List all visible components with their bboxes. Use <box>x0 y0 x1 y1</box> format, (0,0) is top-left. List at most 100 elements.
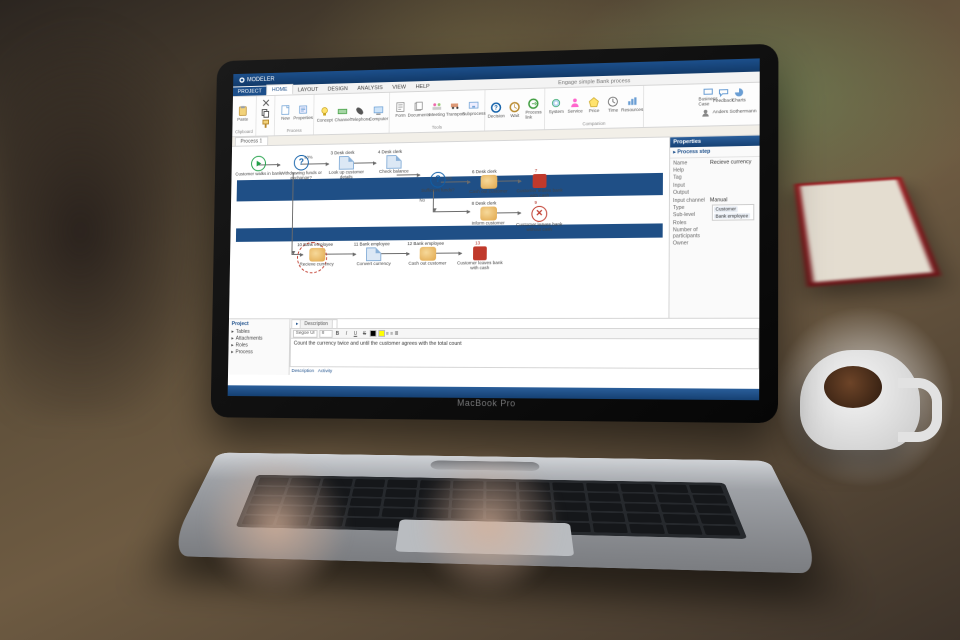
documents-button[interactable]: Documents <box>411 100 427 118</box>
node-decision-1[interactable]: ?Withdrawing funds or exchange? <box>278 155 325 182</box>
node-receive[interactable]: Recieve currency <box>293 248 340 268</box>
ribbon-group-tools: Form Documents Meeting Transport Subproc… <box>390 90 486 133</box>
ribbon-group-gateway: ?Decision Wait Process link <box>485 89 545 131</box>
user-display[interactable]: Anders Sothermann <box>701 107 756 117</box>
copy-button[interactable] <box>260 108 272 118</box>
tab-help[interactable]: HELP <box>411 82 435 91</box>
properties-panel: Properties ▸ Process step NameRecieve cu… <box>668 136 759 318</box>
cut-button[interactable] <box>260 98 272 108</box>
telephone-button[interactable]: Telephone <box>353 105 368 122</box>
doc-tab-1[interactable]: Process 1 <box>235 136 268 145</box>
rte-toolbar: Segoe UI 8 B I U S ≡ ≡ ≣ <box>290 328 759 339</box>
channel-button[interactable]: Channel <box>335 105 350 122</box>
highlight-color[interactable] <box>378 330 385 337</box>
price-button[interactable]: Price <box>586 96 602 114</box>
proj-attachments[interactable]: ▸ Attachments <box>231 335 286 342</box>
ribbon-group-process: New Properties Process <box>275 95 315 135</box>
role-4: 4 Desk clerk <box>378 149 402 154</box>
role-11: 11 Bank employee <box>354 241 390 246</box>
font-select[interactable]: Segoe UI <box>293 329 318 337</box>
strike-button[interactable]: S <box>361 330 369 336</box>
role-10: 10 Bank employee <box>297 242 333 247</box>
prop-roles[interactable]: CustomerBank employee <box>710 204 757 224</box>
node-convert[interactable]: Convert currency <box>350 247 398 267</box>
node-inform[interactable]: Inform customer <box>464 206 513 226</box>
time-button[interactable]: Time <box>605 95 621 113</box>
hands-blur <box>130 430 690 640</box>
ribbon-right: Business Case Feedback Charts Anders Sot… <box>698 83 760 126</box>
tab-design[interactable]: DESIGN <box>323 84 353 94</box>
prop-owner[interactable] <box>710 228 757 234</box>
brand-text: MODELER <box>247 76 275 83</box>
num-7: 7 <box>535 168 538 173</box>
brand-icon <box>239 77 246 84</box>
tab-project[interactable]: PROJECT <box>233 87 266 97</box>
desc-tab[interactable]: ▸ Description <box>291 319 337 328</box>
concept-button[interactable]: Concept <box>317 106 332 123</box>
node-cash-12[interactable]: Cash out customer <box>403 247 452 267</box>
role-8: 8 Desk clerk <box>472 201 497 206</box>
format-painter-button[interactable] <box>259 119 271 129</box>
paste-button[interactable]: Paste <box>235 105 250 122</box>
photo-scene: MODELER PROJECT HOME LAYOUT DESIGN ANALY… <box>0 0 960 640</box>
node-cash-6[interactable]: Cash out customer <box>464 174 513 195</box>
app-brand: MODELER <box>236 76 275 84</box>
node-end-13[interactable]: Customer leaves bank with cash <box>455 246 504 271</box>
align-left[interactable]: ≡ <box>386 330 389 336</box>
project-panel: Project ▸ Tables ▸ Attachments ▸ Roles ▸… <box>228 319 290 375</box>
num-13: 13 <box>475 240 480 245</box>
lane-2 <box>236 223 663 242</box>
underline-button[interactable]: U <box>352 330 360 336</box>
computer-button[interactable]: Computer <box>371 104 386 122</box>
proj-tables[interactable]: ▸ Tables <box>231 328 286 335</box>
tab-view[interactable]: VIEW <box>388 82 411 91</box>
node-lookup[interactable]: Look up customer details <box>323 156 371 181</box>
role-3: 3 Desk clerk <box>331 150 355 155</box>
node-check[interactable]: Check balance <box>370 155 418 175</box>
wait-button[interactable]: Wait <box>507 101 523 119</box>
node-decision-2[interactable]: ?Sufficient funds? <box>414 171 463 193</box>
tab-home[interactable]: HOME <box>266 84 293 95</box>
bullets[interactable]: ≣ <box>394 330 398 336</box>
laptop-brand: MacBook Pro <box>457 398 516 409</box>
feedback-button[interactable]: Feedback <box>717 88 730 104</box>
font-color[interactable] <box>370 330 377 337</box>
tab-layout[interactable]: LAYOUT <box>293 85 323 95</box>
process-link-button[interactable]: Process link <box>526 98 542 120</box>
meeting-button[interactable]: Meeting <box>429 100 445 118</box>
subprocess-button[interactable]: Subprocess <box>466 99 482 117</box>
proj-process[interactable]: ▸ Process <box>231 348 286 355</box>
charts-button[interactable]: Charts <box>732 87 745 103</box>
bold-button[interactable]: B <box>334 330 342 336</box>
align-center[interactable]: ≡ <box>390 330 393 336</box>
tab-analysis[interactable]: ANALYSIS <box>352 83 387 93</box>
project-title: Project <box>232 321 287 327</box>
new-button[interactable]: New <box>278 104 293 121</box>
bottom-tab-activity[interactable]: Activity <box>318 369 332 374</box>
user-icon <box>701 108 710 117</box>
italic-button[interactable]: I <box>343 330 351 336</box>
system-button[interactable]: System <box>548 97 564 115</box>
properties-list: NameRecieve currency Help Tag Input Outp… <box>670 157 760 235</box>
screen-bezel: MODELER PROJECT HOME LAYOUT DESIGN ANALY… <box>211 44 779 424</box>
description-editor[interactable]: Count the currency twice and until the c… <box>290 339 760 369</box>
node-start[interactable]: Customer walks in bank <box>235 155 282 177</box>
resources-button[interactable]: Resources <box>624 95 640 113</box>
node-end-9[interactable]: ✕Customer leaves bank without cash <box>514 206 564 233</box>
shoulder-blur <box>0 0 230 420</box>
ribbon-group-clip-small <box>256 96 275 136</box>
transport-button[interactable]: Transport <box>448 99 464 117</box>
service-button[interactable]: Service <box>567 96 583 114</box>
node-end-7[interactable]: Customer leaves bank with cash <box>515 174 565 200</box>
edge-no: No <box>419 198 425 203</box>
properties-button[interactable]: Properties <box>296 103 311 120</box>
num-9: 9 <box>534 200 537 205</box>
ribbon-group-concept: Concept Channel Telephone Computer <box>314 93 390 135</box>
role-12: 12 Bank employee <box>407 241 444 246</box>
decision-button[interactable]: ?Decision <box>488 101 504 119</box>
size-select[interactable]: 8 <box>319 329 332 337</box>
bottom-tab-description[interactable]: Description <box>291 369 314 374</box>
book-prop <box>794 177 941 287</box>
process-canvas[interactable]: 40% Yes No Customer walks in bank ?Withd… <box>229 137 669 318</box>
form-button[interactable]: Form <box>393 101 409 119</box>
